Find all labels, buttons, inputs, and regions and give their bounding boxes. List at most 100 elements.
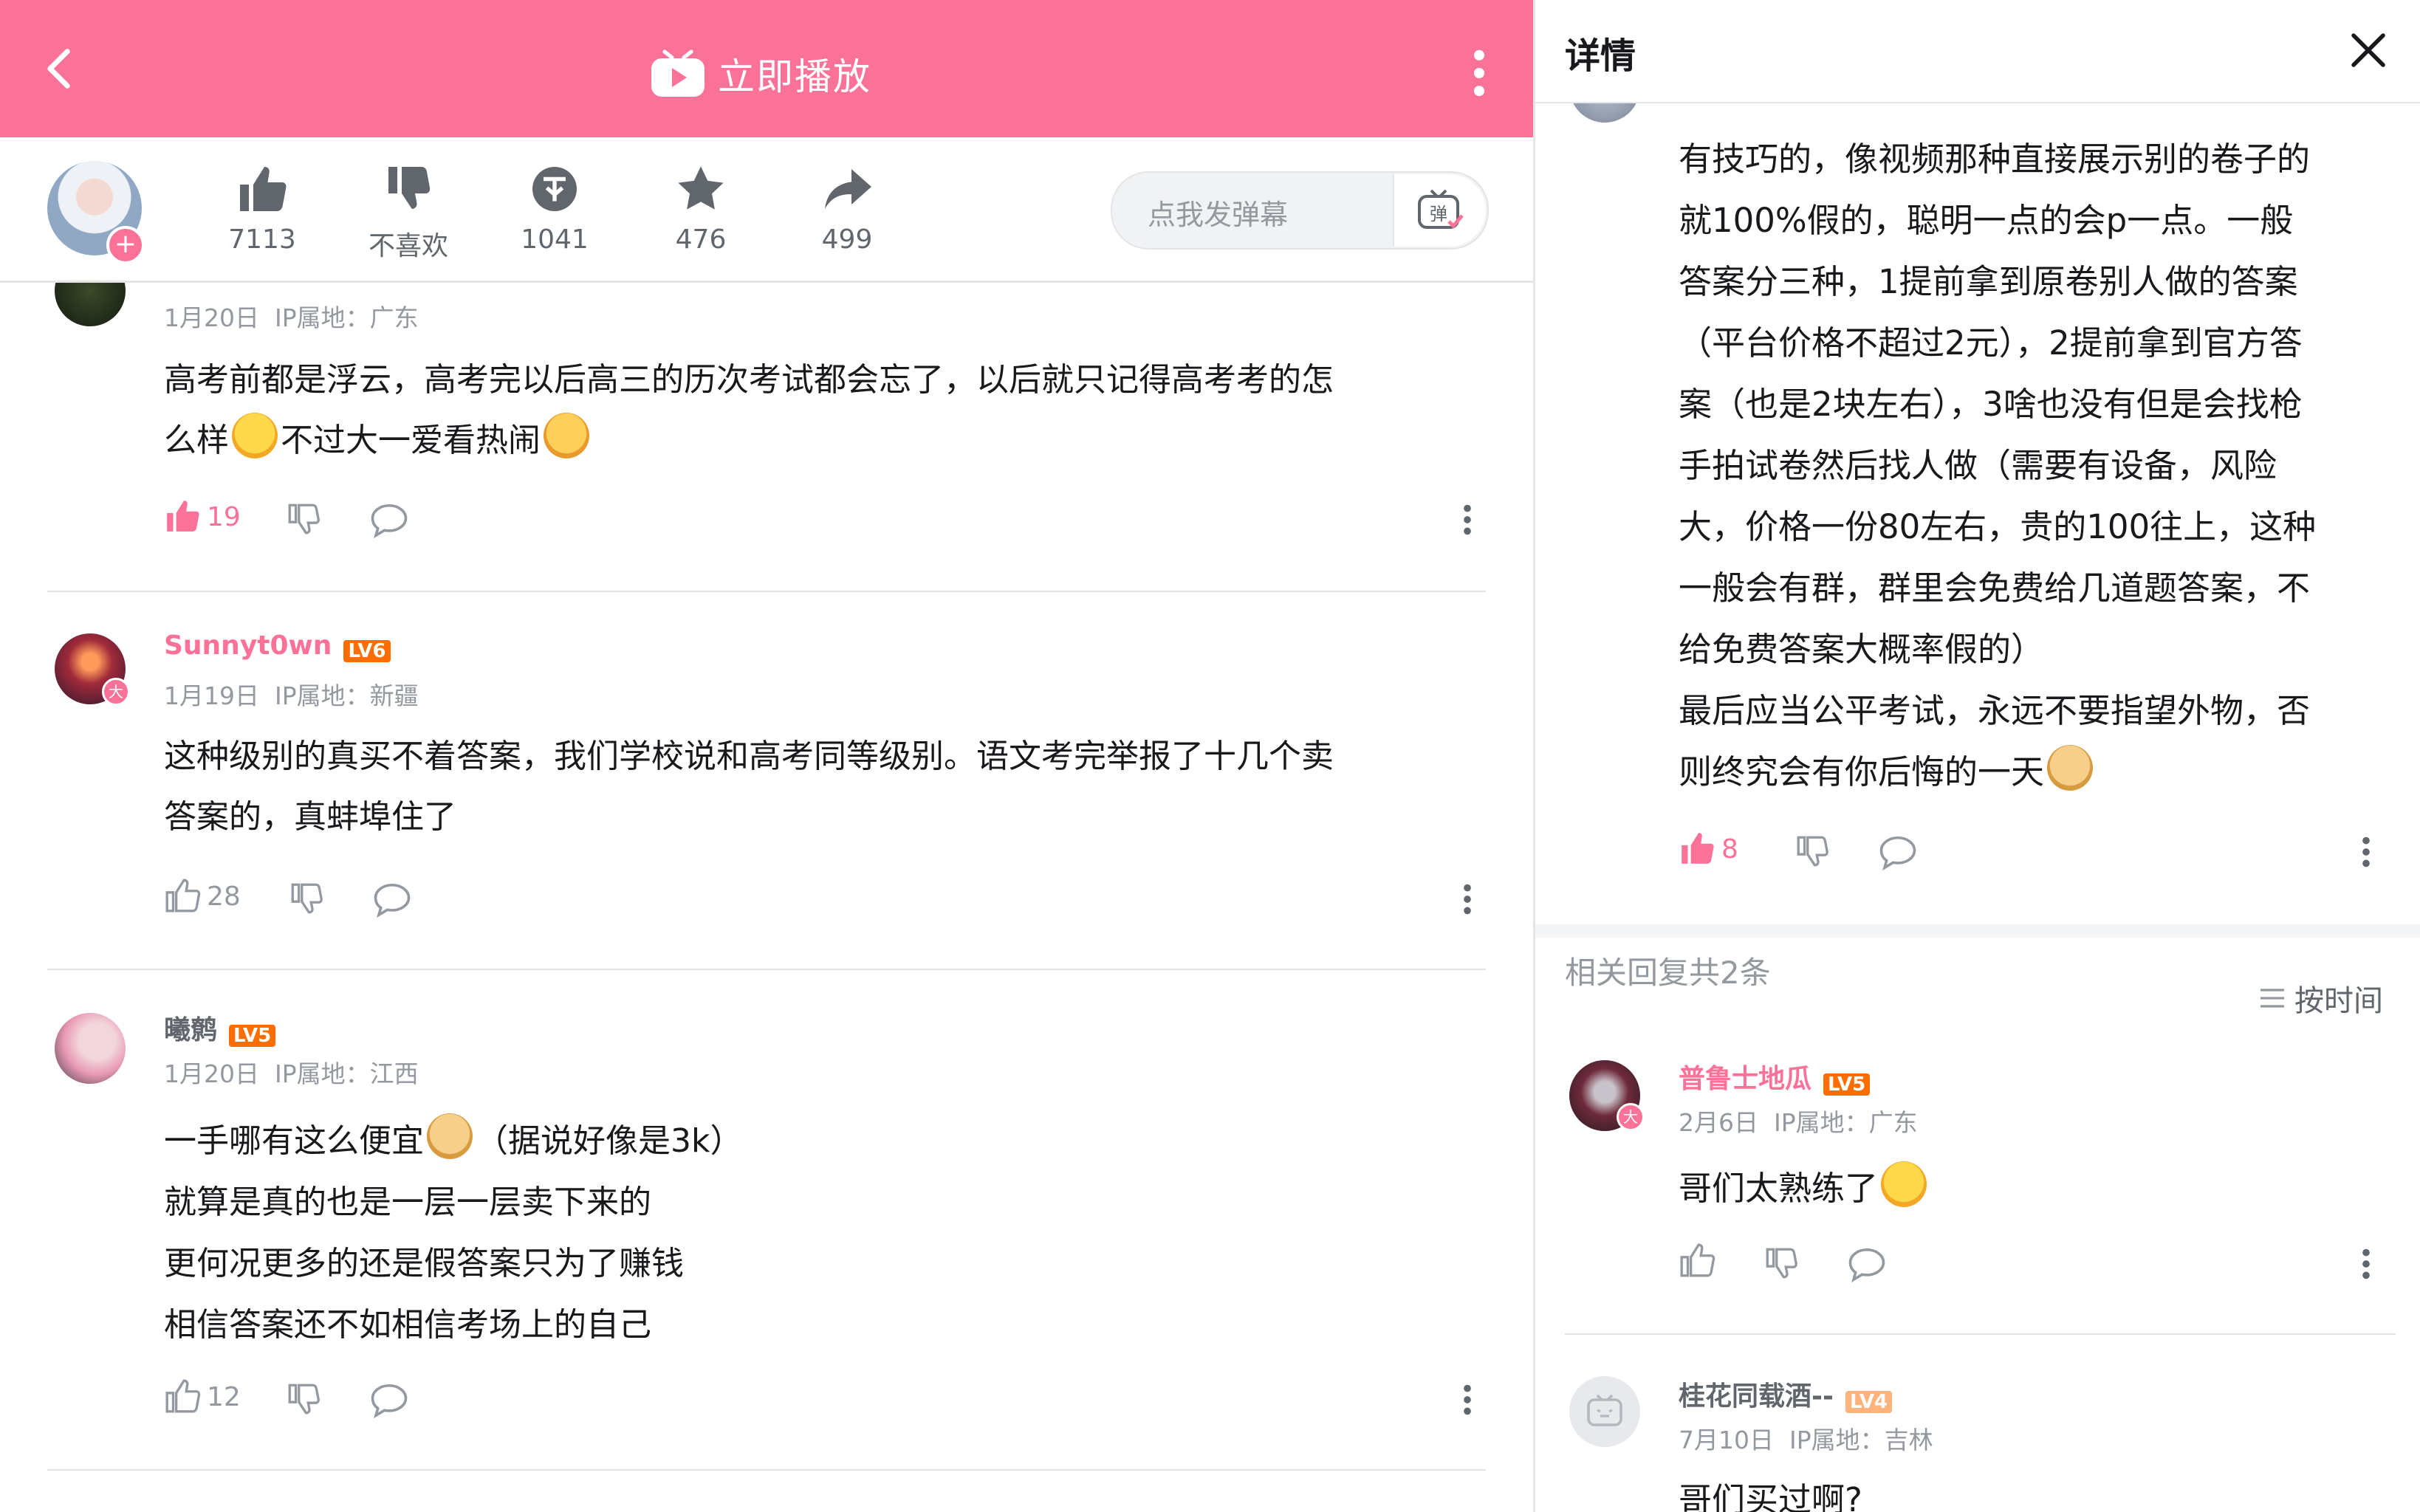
comment-body: 一手哪有这么便宜 （据说好像是3k） 就算是真的也是一层一层卖下来的 更何况更多的… xyxy=(164,1110,742,1355)
default-tv-avatar-icon xyxy=(1587,1394,1622,1426)
coin-action[interactable]: 1041 xyxy=(507,162,603,255)
detail-line: 最后应当公平考试，永远不要指望外物，否 xyxy=(1679,691,2311,730)
thumbs-down-icon[interactable] xyxy=(285,501,322,537)
thumbs-up-filled-icon[interactable] xyxy=(1679,830,1715,867)
play-tv-icon xyxy=(651,49,705,97)
like-count: 19 xyxy=(207,502,241,532)
thumbs-up-icon[interactable] xyxy=(1679,1242,1715,1279)
comment-author[interactable]: 曦鹩 LV5 xyxy=(164,1008,276,1047)
danmaku-input[interactable]: 点我发弹幕 弹 xyxy=(1111,171,1489,250)
reply-author[interactable]: 桂花同载酒-- LV4 xyxy=(1679,1375,1893,1413)
reply-bubble-icon[interactable] xyxy=(1878,834,1918,871)
comment-author[interactable]: Sunnyt0wn LV6 xyxy=(164,630,391,662)
detail-line: 则终究会有你后悔的一天 xyxy=(1679,741,2316,803)
reply-bubble-icon[interactable] xyxy=(369,502,409,539)
comment-username[interactable]: Sunnyt0wn xyxy=(164,630,332,661)
comment-username[interactable]: 曦鹩 xyxy=(164,1015,217,1045)
comment-date: 1月19日 xyxy=(164,681,259,710)
reply-bubble-icon[interactable] xyxy=(369,1382,409,1419)
close-icon[interactable] xyxy=(2346,28,2390,72)
favorite-action[interactable]: 476 xyxy=(653,162,749,255)
reply-bubble-icon[interactable] xyxy=(372,882,412,918)
danmaku-settings-button[interactable]: 弹 xyxy=(1393,174,1486,247)
play-now-button[interactable]: 立即播放 xyxy=(650,44,871,103)
like-count: 8 xyxy=(1721,834,1738,865)
detail-line: 一般会有群，群里会免费给几道题答案，不 xyxy=(1679,568,2311,608)
reply-divider xyxy=(1565,1333,2396,1335)
reply-text: 哥们太熟练了 xyxy=(1679,1169,1879,1208)
back-arrow-icon[interactable] xyxy=(34,43,86,94)
thumbs-up-icon[interactable] xyxy=(164,1378,201,1415)
thumbs-up-filled-icon[interactable] xyxy=(164,498,201,535)
more-options-icon[interactable] xyxy=(2361,1248,2371,1280)
more-options-icon[interactable] xyxy=(1462,883,1473,915)
sort-list-icon xyxy=(2260,989,2284,1008)
comment-text: 么样 xyxy=(164,422,229,459)
dislike-action[interactable]: 不喜欢 xyxy=(360,162,456,263)
vip-badge-icon: 大 xyxy=(102,678,130,706)
comment-line: 高考前都是浮云，高考完以后高三的历次考试都会忘了，以后就只记得高考考的怎 xyxy=(164,361,1334,399)
reply-username[interactable]: 桂花同载酒-- xyxy=(1679,1381,1834,1412)
thumbs-up-icon[interactable] xyxy=(236,162,289,216)
play-now-label: 立即播放 xyxy=(718,55,871,98)
comment-line: 更何况更多的还是假答案只为了赚钱 xyxy=(164,1245,684,1282)
dislike-label: 不喜欢 xyxy=(368,231,448,261)
comment-divider xyxy=(47,969,1486,970)
doge-emoji-icon xyxy=(427,1113,473,1159)
replies-count: 相关回复共2条 xyxy=(1565,955,1771,991)
detail-line: 有技巧的，像视频那种直接展示别的卷子的 xyxy=(1679,140,2311,179)
like-count: 12 xyxy=(207,1382,241,1412)
star-icon[interactable] xyxy=(674,162,727,216)
doge-emoji-icon xyxy=(2047,745,2094,791)
reply-username[interactable]: 普鲁士地瓜 xyxy=(1679,1064,1811,1094)
reply-text: 哥们买过啊? xyxy=(1679,1480,1862,1512)
detail-comment-body: 有技巧的，像视频那种直接展示别的卷子的 就100%假的，聪明一点的会p一点。一般… xyxy=(1679,128,2316,803)
comment-line: 答案的，真蚌埠住了 xyxy=(164,798,456,836)
thumbs-down-icon[interactable] xyxy=(285,1381,322,1418)
more-options-icon[interactable] xyxy=(1462,1384,1473,1416)
comment-meta: 1月20日 IP属地：广东 xyxy=(164,298,419,334)
comment-line: 相信答案还不如相信考场上的自己 xyxy=(164,1306,651,1344)
detail-line: 就100%假的，聪明一点的会p一点。一般 xyxy=(1679,201,2294,240)
reply-meta: 7月10日 IP属地：吉林 xyxy=(1679,1420,1933,1456)
comment-avatar[interactable] xyxy=(55,1013,126,1084)
thumbs-down-icon[interactable] xyxy=(288,880,325,917)
reply-bubble-icon[interactable] xyxy=(1847,1246,1887,1283)
reply-author[interactable]: 普鲁士地瓜 LV5 xyxy=(1679,1057,1871,1096)
more-options-icon[interactable] xyxy=(1462,504,1473,536)
detail-line: 答案分三种，1提前拿到原卷别人做的答案 xyxy=(1679,262,2298,301)
more-vertical-icon[interactable] xyxy=(1461,49,1498,97)
detail-title: 详情 xyxy=(1565,35,1636,77)
crying-laugh-emoji-icon xyxy=(232,413,278,458)
share-action[interactable]: 499 xyxy=(799,162,895,255)
follow-plus-icon[interactable]: + xyxy=(106,226,145,264)
level-badge: LV4 xyxy=(1845,1390,1893,1413)
reply-date: 2月6日 xyxy=(1679,1108,1758,1137)
comment-ip: IP属地：新疆 xyxy=(274,681,419,710)
section-separator xyxy=(1535,924,2420,938)
detail-line: 案（也是2块左右），3啥也没有但是会找枪 xyxy=(1679,385,2303,424)
crying-laugh-emoji-icon xyxy=(1881,1161,1927,1207)
coin-count: 1041 xyxy=(521,224,589,255)
detail-text: 则终究会有你后悔的一天 xyxy=(1679,752,2045,791)
comment-detail-panel: 有技巧的，像视频那种直接展示别的卷子的 就100%假的，聪明一点的会p一点。一般… xyxy=(1533,0,2420,1512)
sort-label: 按时间 xyxy=(2294,984,2383,1018)
coin-icon[interactable] xyxy=(528,162,581,216)
comment-text: （据说好像是3k） xyxy=(476,1122,743,1160)
thumbs-up-icon[interactable] xyxy=(164,877,201,914)
thumbs-down-icon[interactable] xyxy=(382,162,435,216)
level-badge: LV5 xyxy=(1823,1073,1871,1096)
detail-line: 大，价格一份80左右，贵的100往上，这种 xyxy=(1679,507,2317,546)
reply-avatar-default[interactable] xyxy=(1569,1376,1640,1447)
sort-by-time-button[interactable]: 按时间 xyxy=(2259,976,2383,1020)
danmaku-tv-icon: 弹 xyxy=(1418,189,1464,229)
thumbs-down-icon[interactable] xyxy=(1763,1245,1800,1282)
comment-text: 不过大一爱看热闹 xyxy=(281,422,541,459)
thumbs-down-icon[interactable] xyxy=(1794,833,1831,870)
more-options-icon[interactable] xyxy=(2361,836,2371,868)
comment-line: 这种级别的真买不着答案，我们学校说和高考同等级别。语文考完举报了十几个卖 xyxy=(164,738,1334,775)
like-action[interactable]: 7113 xyxy=(214,162,310,255)
favorite-count: 476 xyxy=(675,224,727,255)
share-icon[interactable] xyxy=(820,162,874,216)
comment-ip: IP属地：江西 xyxy=(274,1059,419,1088)
